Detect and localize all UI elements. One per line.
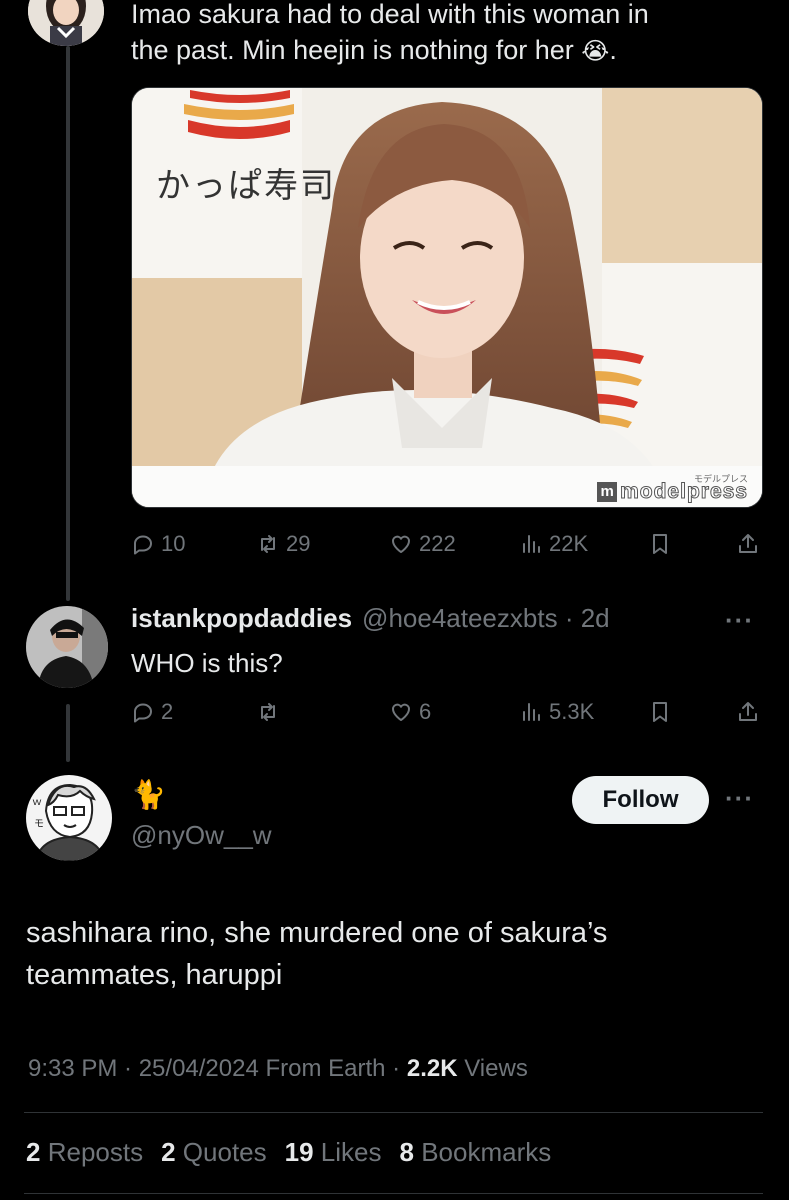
views-chart-icon (523, 703, 540, 721)
bookmark-icon (653, 534, 667, 554)
reply-icon (134, 535, 152, 555)
tweet2-more-icon[interactable]: ··· (725, 605, 754, 636)
photo-illustration (132, 88, 762, 507)
tweet3-text-line2: teammates, haruppi (26, 959, 283, 991)
views-label: Views (464, 1055, 528, 1082)
tweet2-handle[interactable]: @hoe4ateezxbts · 2d (362, 603, 610, 634)
tweet3-avatar[interactable]: ｗ モ (26, 775, 112, 861)
tweet3-display-name[interactable]: 🐈 (131, 778, 166, 812)
thread-connector (66, 46, 70, 601)
like-button[interactable]: 6 (389, 692, 431, 732)
bookmarks-stat[interactable]: 8 Bookmarks (399, 1137, 551, 1168)
tweet3-handle[interactable]: @nyOw__w (131, 820, 272, 851)
tweet3-more-icon[interactable]: ··· (725, 783, 754, 814)
thread-connector (66, 704, 70, 762)
reply-button[interactable]: 2 (131, 692, 173, 732)
svg-text:ｗ: ｗ (32, 797, 42, 808)
tweet1-text: Imao sakura had to deal with this woman … (131, 0, 649, 70)
views-button[interactable]: 5.3K (519, 692, 594, 732)
tweet1-action-bar: 10 29 222 22K (131, 524, 771, 564)
repost-icon (261, 535, 275, 553)
like-button[interactable]: 222 (389, 524, 456, 564)
heart-icon (391, 535, 411, 553)
bookmark-button[interactable] (648, 524, 672, 564)
tweet3-text-line1: sashihara rino, she murdered one of saku… (26, 917, 608, 949)
modelpress-logo-icon: m (597, 482, 618, 502)
tweet3-text: sashihara rino, she murdered one of saku… (26, 912, 607, 996)
views-count: 2.2K (406, 1055, 458, 1082)
svg-text:モ: モ (34, 819, 44, 830)
heart-icon (391, 703, 411, 721)
post-timestamp[interactable]: 9:33 PM · 25/04/2024 From Earth · (28, 1055, 400, 1082)
tweet1-text-line2: the past. Min heejin is nothing for her … (131, 35, 617, 65)
share-button[interactable] (736, 692, 760, 732)
tweet2-avatar[interactable] (26, 606, 108, 688)
tweet1-text-line1: Imao sakura had to deal with this woman … (131, 0, 649, 29)
share-button[interactable] (736, 524, 760, 564)
crying-emoji: 😭 (581, 38, 610, 65)
follow-button[interactable]: Follow (572, 776, 709, 824)
views-chart-icon (523, 535, 540, 553)
tweet2-header: istankpopdaddies @hoe4ateezxbts · 2d (131, 603, 610, 634)
tweet1-avatar[interactable] (28, 0, 104, 46)
share-icon (739, 534, 757, 553)
tweet2-action-bar: 2 6 5.3K (131, 692, 771, 732)
tweet1-media-image[interactable]: かっぱ寿司 モデルプレス m modelpress (131, 87, 763, 508)
share-icon (739, 702, 757, 721)
tweet3-engagement-stats: 2 Reposts 2 Quotes 19 Likes 8 Bookmarks (26, 1137, 551, 1168)
watermark: m modelpress (597, 480, 748, 504)
quotes-stat[interactable]: 2 Quotes (161, 1137, 267, 1168)
repost-button[interactable] (256, 692, 286, 732)
divider (24, 1193, 763, 1194)
reposts-stat[interactable]: 2 Reposts (26, 1137, 143, 1168)
sign-text: かっぱ寿司 (156, 166, 336, 206)
repost-icon (261, 703, 275, 721)
reply-icon (134, 703, 152, 723)
likes-stat[interactable]: 19 Likes (285, 1137, 382, 1168)
tweet2-display-name[interactable]: istankpopdaddies (131, 603, 352, 634)
views-button[interactable]: 22K (519, 524, 588, 564)
repost-button[interactable]: 29 (256, 524, 310, 564)
tweet2-text: WHO is this? (131, 648, 283, 678)
bookmark-button[interactable] (648, 692, 672, 732)
reply-button[interactable]: 10 (131, 524, 185, 564)
tweet3-meta: 9:33 PM · 25/04/2024 From Earth · 2.2K V… (28, 1055, 528, 1083)
bookmark-icon (653, 702, 667, 722)
divider (24, 1112, 763, 1113)
